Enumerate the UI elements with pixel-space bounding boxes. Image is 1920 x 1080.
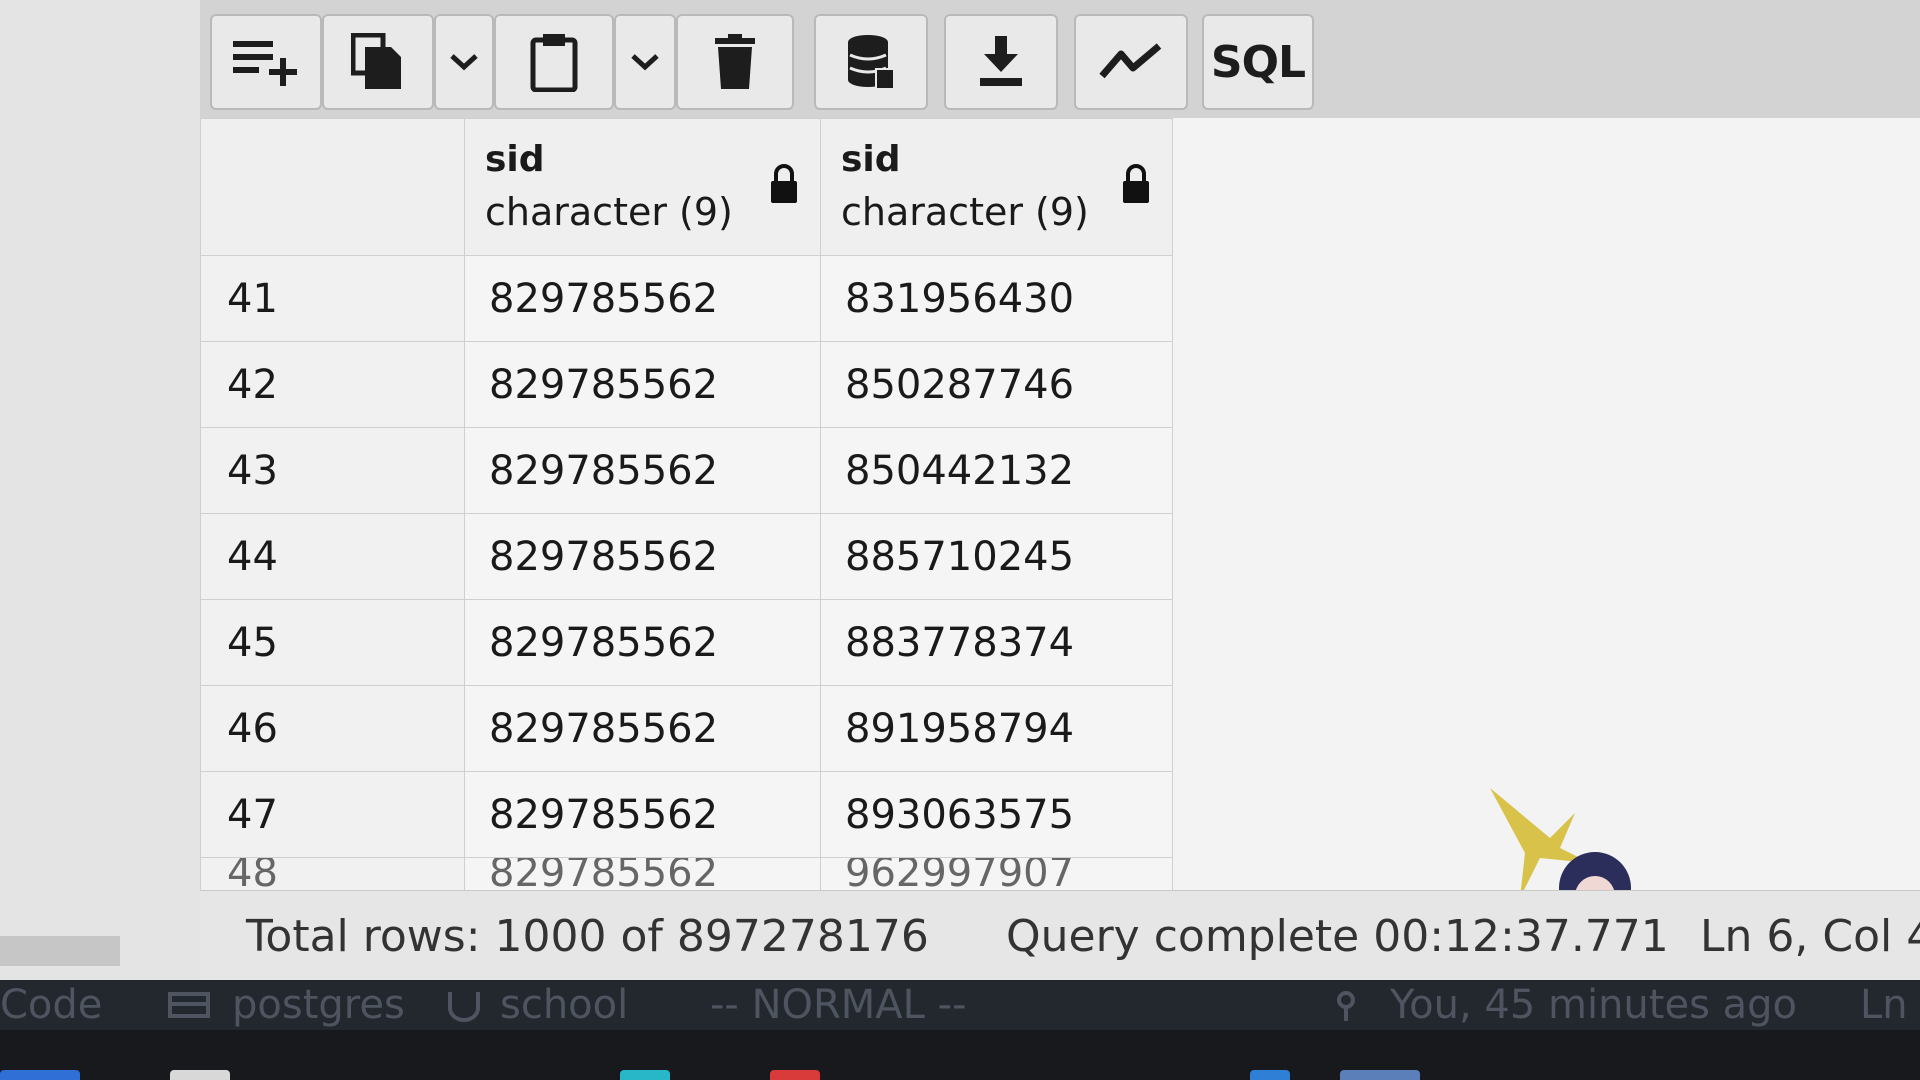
total-rows-label: Total rows: 1000 of 897278176	[246, 911, 929, 962]
table-row[interactable]: 45 829785562 883778374	[200, 599, 1173, 686]
taskbar-app-icon[interactable]	[1250, 1070, 1290, 1080]
table-cell[interactable]: 829785562	[464, 685, 821, 772]
git-commit-icon	[1337, 991, 1355, 1021]
add-row-button[interactable]	[210, 14, 322, 110]
row-number[interactable]: 48	[200, 857, 465, 892]
table-row[interactable]: 48 829785562 962997907	[200, 857, 1173, 892]
taskbar-app-icon[interactable]	[770, 1070, 820, 1080]
sql-icon: SQL	[1210, 36, 1306, 88]
table-cell[interactable]: 893063575	[820, 771, 1173, 858]
table-cell[interactable]: 829785562	[464, 513, 821, 600]
table-cell[interactable]: 850442132	[820, 427, 1173, 514]
table-cell[interactable]: 829785562	[464, 341, 821, 428]
row-number[interactable]: 45	[200, 599, 465, 686]
table-cell[interactable]: 850287746	[820, 341, 1173, 428]
table-row[interactable]: 47 829785562 893063575	[200, 771, 1173, 858]
table-cell[interactable]: 883778374	[820, 599, 1173, 686]
row-number[interactable]: 46	[200, 685, 465, 772]
table-row[interactable]: 44 829785562 885710245	[200, 513, 1173, 600]
taskbar-app-icon[interactable]	[620, 1070, 670, 1080]
add-row-icon	[233, 41, 297, 86]
row-number[interactable]: 43	[200, 427, 465, 514]
graph-icon	[1099, 43, 1162, 79]
table-cell[interactable]: 829785562	[464, 255, 821, 342]
table-cell[interactable]: 962997907	[820, 857, 1173, 892]
column-header[interactable]: sid character (9)	[820, 118, 1173, 256]
row-number[interactable]: 47	[200, 771, 465, 858]
row-number-header[interactable]	[200, 118, 465, 256]
row-number[interactable]: 42	[200, 341, 465, 428]
db-name-label[interactable]: school	[500, 982, 628, 1028]
download-button[interactable]	[944, 14, 1058, 110]
graph-visualiser-button[interactable]	[1074, 14, 1188, 110]
column-type: character (9)	[841, 190, 1089, 234]
column-name: sid	[485, 139, 545, 180]
sql-button[interactable]: SQL	[1202, 14, 1314, 110]
table-cell[interactable]: 829785562	[464, 599, 821, 686]
lock-icon	[1123, 164, 1149, 203]
lock-icon	[771, 164, 797, 203]
paste-icon	[530, 34, 578, 92]
table-cell[interactable]: 829785562	[464, 857, 821, 892]
database-icon	[168, 992, 210, 1018]
data-output-grid: sid character (9) sid character (9) 41 8…	[200, 118, 1920, 924]
column-type: character (9)	[485, 190, 733, 234]
column-header[interactable]: sid character (9)	[464, 118, 821, 256]
database-connection-icon	[448, 992, 480, 1022]
table-row[interactable]: 46 829785562 891958794	[200, 685, 1173, 772]
app-label: Code	[0, 982, 103, 1028]
left-pane	[0, 0, 200, 980]
row-number[interactable]: 41	[200, 255, 465, 342]
copy-icon	[351, 33, 401, 89]
line-label: Ln	[1860, 982, 1908, 1028]
git-blame-label: You, 45 minutes ago	[1390, 982, 1797, 1028]
copy-button[interactable]	[322, 14, 434, 110]
table-row[interactable]: 41 829785562 831956430	[200, 255, 1173, 342]
paste-button[interactable]	[494, 14, 614, 110]
header-row: sid character (9) sid character (9)	[200, 118, 1173, 256]
save-data-icon	[848, 35, 895, 90]
query-status-bar: Total rows: 1000 of 897278176 Query comp…	[200, 890, 1920, 981]
vim-mode-label: -- NORMAL --	[710, 982, 967, 1028]
left-pane-selection	[0, 936, 120, 966]
table-cell[interactable]: 829785562	[464, 771, 821, 858]
save-data-button[interactable]	[814, 14, 928, 110]
editor-status-bar: Code postgres school -- NORMAL -- You, 4…	[0, 980, 1920, 1030]
table-cell[interactable]: 885710245	[820, 513, 1173, 600]
column-name: sid	[841, 139, 901, 180]
copy-options-dropdown[interactable]	[434, 14, 494, 110]
table-cell[interactable]: 831956430	[820, 255, 1173, 342]
query-time-label: Query complete 00:12:37.771	[1006, 911, 1669, 962]
download-icon	[980, 36, 1022, 86]
table-row[interactable]: 42 829785562 850287746	[200, 341, 1173, 428]
cursor-position-label: Ln 6, Col 4	[1700, 911, 1920, 962]
table-cell[interactable]: 829785562	[464, 427, 821, 514]
db-user-label[interactable]: postgres	[232, 982, 405, 1028]
chevron-down-icon	[450, 54, 478, 71]
table-row[interactable]: 43 829785562 850442132	[200, 427, 1173, 514]
paste-options-dropdown[interactable]	[614, 14, 676, 110]
results-toolbar: SQL	[200, 0, 1920, 119]
taskbar-app-icon[interactable]	[1340, 1070, 1420, 1080]
chevron-down-icon	[631, 54, 659, 71]
table-cell[interactable]: 891958794	[820, 685, 1173, 772]
results-table: sid character (9) sid character (9) 41 8…	[200, 118, 1173, 892]
taskbar-start-icon[interactable]	[0, 1070, 80, 1080]
os-taskbar	[0, 1030, 1920, 1080]
row-number[interactable]: 44	[200, 513, 465, 600]
taskbar-app-icon[interactable]	[170, 1070, 230, 1080]
delete-button[interactable]	[676, 14, 794, 110]
delete-icon	[715, 34, 755, 89]
